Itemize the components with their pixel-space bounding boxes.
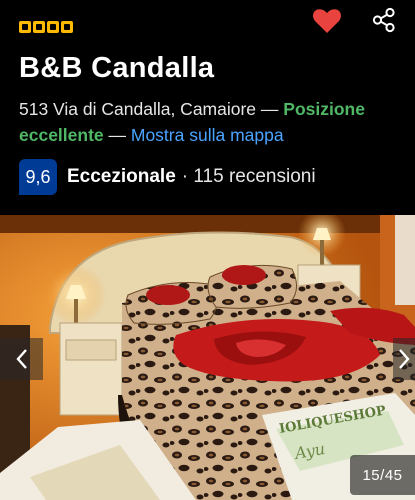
favorite-button[interactable] (312, 8, 342, 34)
previous-photo-button[interactable] (0, 338, 43, 380)
show-on-map-link[interactable]: Mostra sulla mappa (131, 125, 284, 145)
review-score-badge: 9,6 (19, 159, 57, 195)
star-icon (47, 21, 59, 33)
address-text: 513 Via di Candalla, Camaiore (19, 99, 257, 119)
property-header: B&B Candalla 513 Via di Candalla, Camaio… (0, 0, 415, 215)
star-icon (61, 21, 73, 33)
separator: — (256, 99, 284, 119)
next-photo-button[interactable] (393, 338, 415, 380)
chevron-left-icon (15, 349, 27, 369)
review-summary[interactable]: 9,6 Eccezionale · 115 recensioni (19, 159, 316, 195)
photo-counter: 15/45 (350, 455, 415, 495)
heart-icon (313, 9, 341, 33)
share-icon (372, 7, 395, 33)
star-icon (33, 21, 45, 33)
property-title: B&B Candalla (19, 52, 215, 84)
review-score-label: Eccezionale (67, 166, 176, 187)
separator: — (103, 125, 131, 145)
share-button[interactable] (371, 7, 397, 33)
review-count-text: 115 recensioni (193, 166, 316, 187)
property-address-line: 513 Via di Candalla, Camaiore — Posizion… (19, 96, 409, 148)
chevron-right-icon (399, 349, 410, 369)
star-rating (19, 21, 73, 33)
review-count: · 115 recensioni (182, 166, 316, 188)
star-icon (19, 21, 31, 33)
separator: · (181, 166, 194, 187)
